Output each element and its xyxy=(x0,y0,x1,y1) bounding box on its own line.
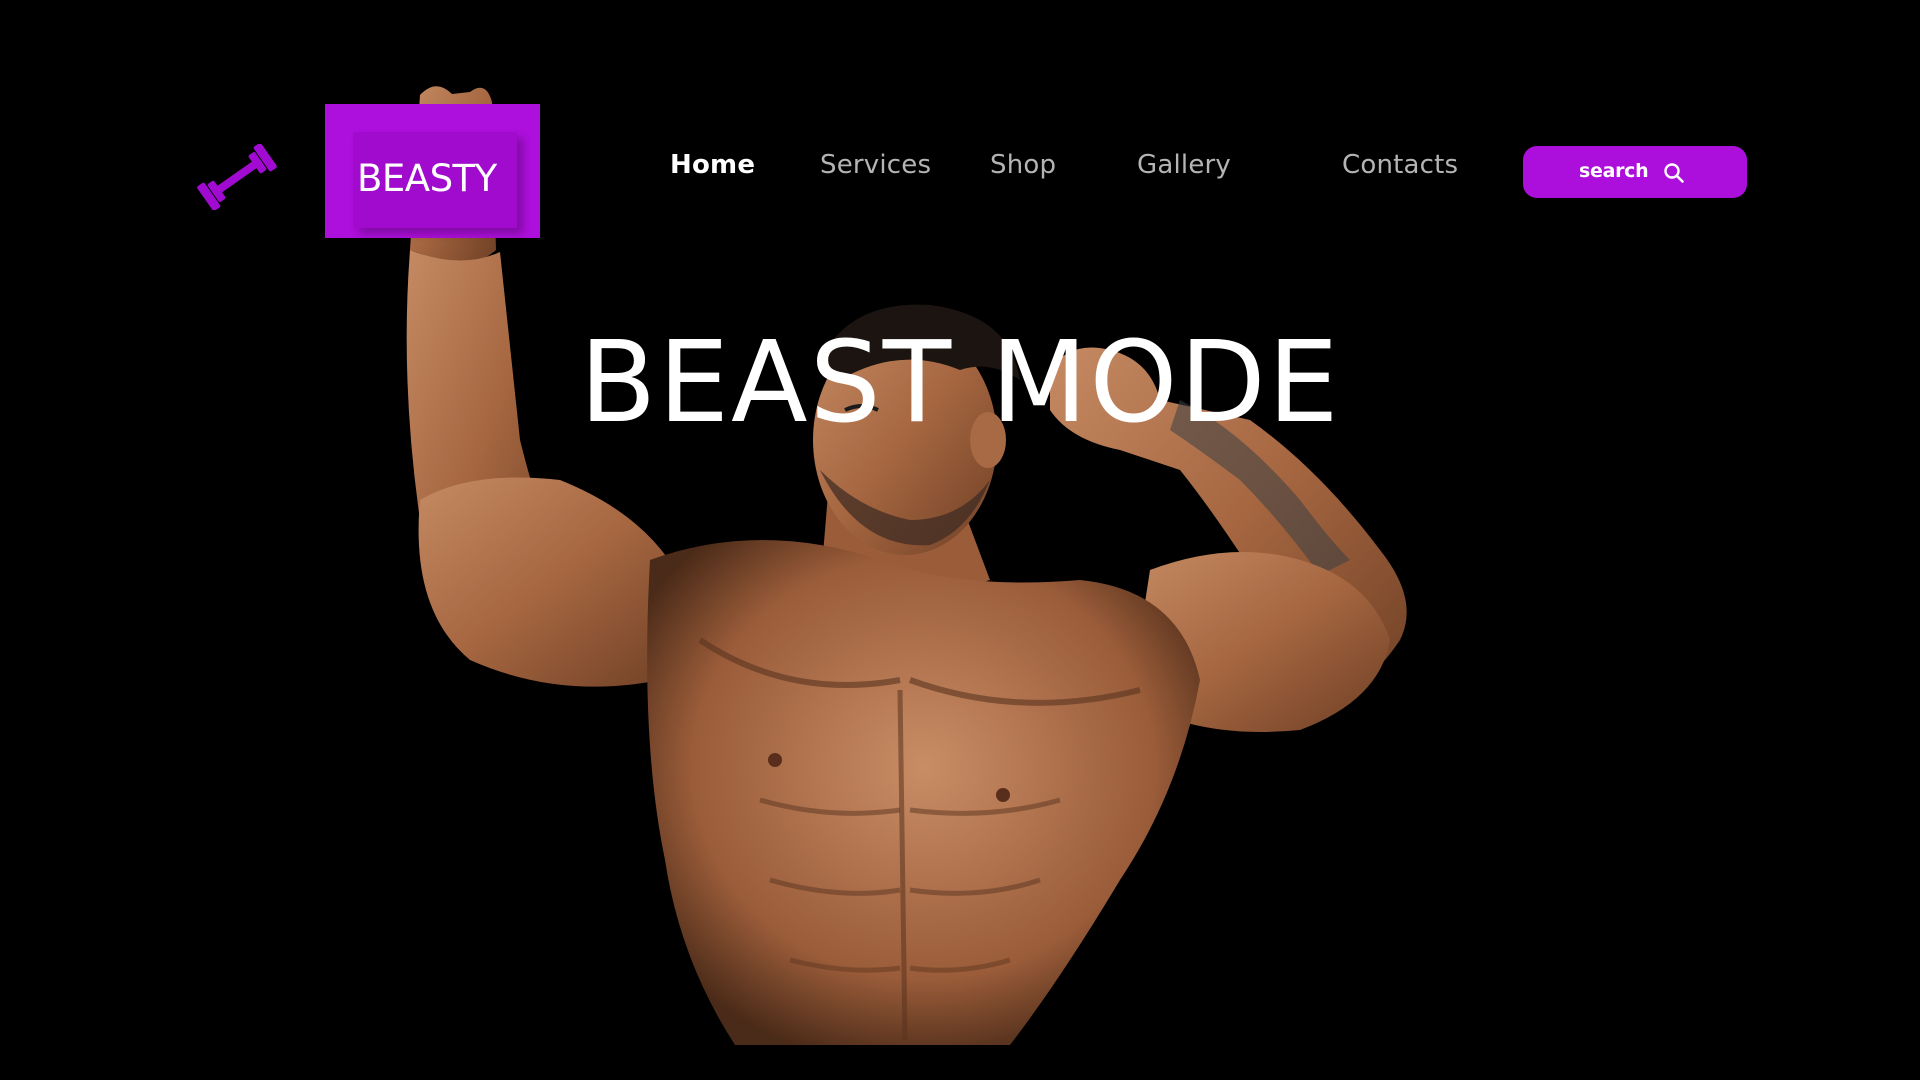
brand-name: BEASTY xyxy=(357,157,497,200)
nav-item-gallery[interactable]: Gallery xyxy=(1137,150,1231,180)
nav-item-services[interactable]: Services xyxy=(820,150,931,180)
dumbbell-icon[interactable] xyxy=(194,144,280,210)
nav-item-home[interactable]: Home xyxy=(670,150,755,180)
hero-headline: BEAST MODE xyxy=(579,318,1341,449)
search-icon xyxy=(1664,163,1684,183)
nav-item-contacts[interactable]: Contacts xyxy=(1342,150,1458,180)
search-button[interactable]: search xyxy=(1523,146,1747,198)
brand-logo[interactable]: BEASTY xyxy=(325,104,540,238)
search-label: search xyxy=(1579,160,1649,182)
nav-item-shop[interactable]: Shop xyxy=(990,150,1056,180)
